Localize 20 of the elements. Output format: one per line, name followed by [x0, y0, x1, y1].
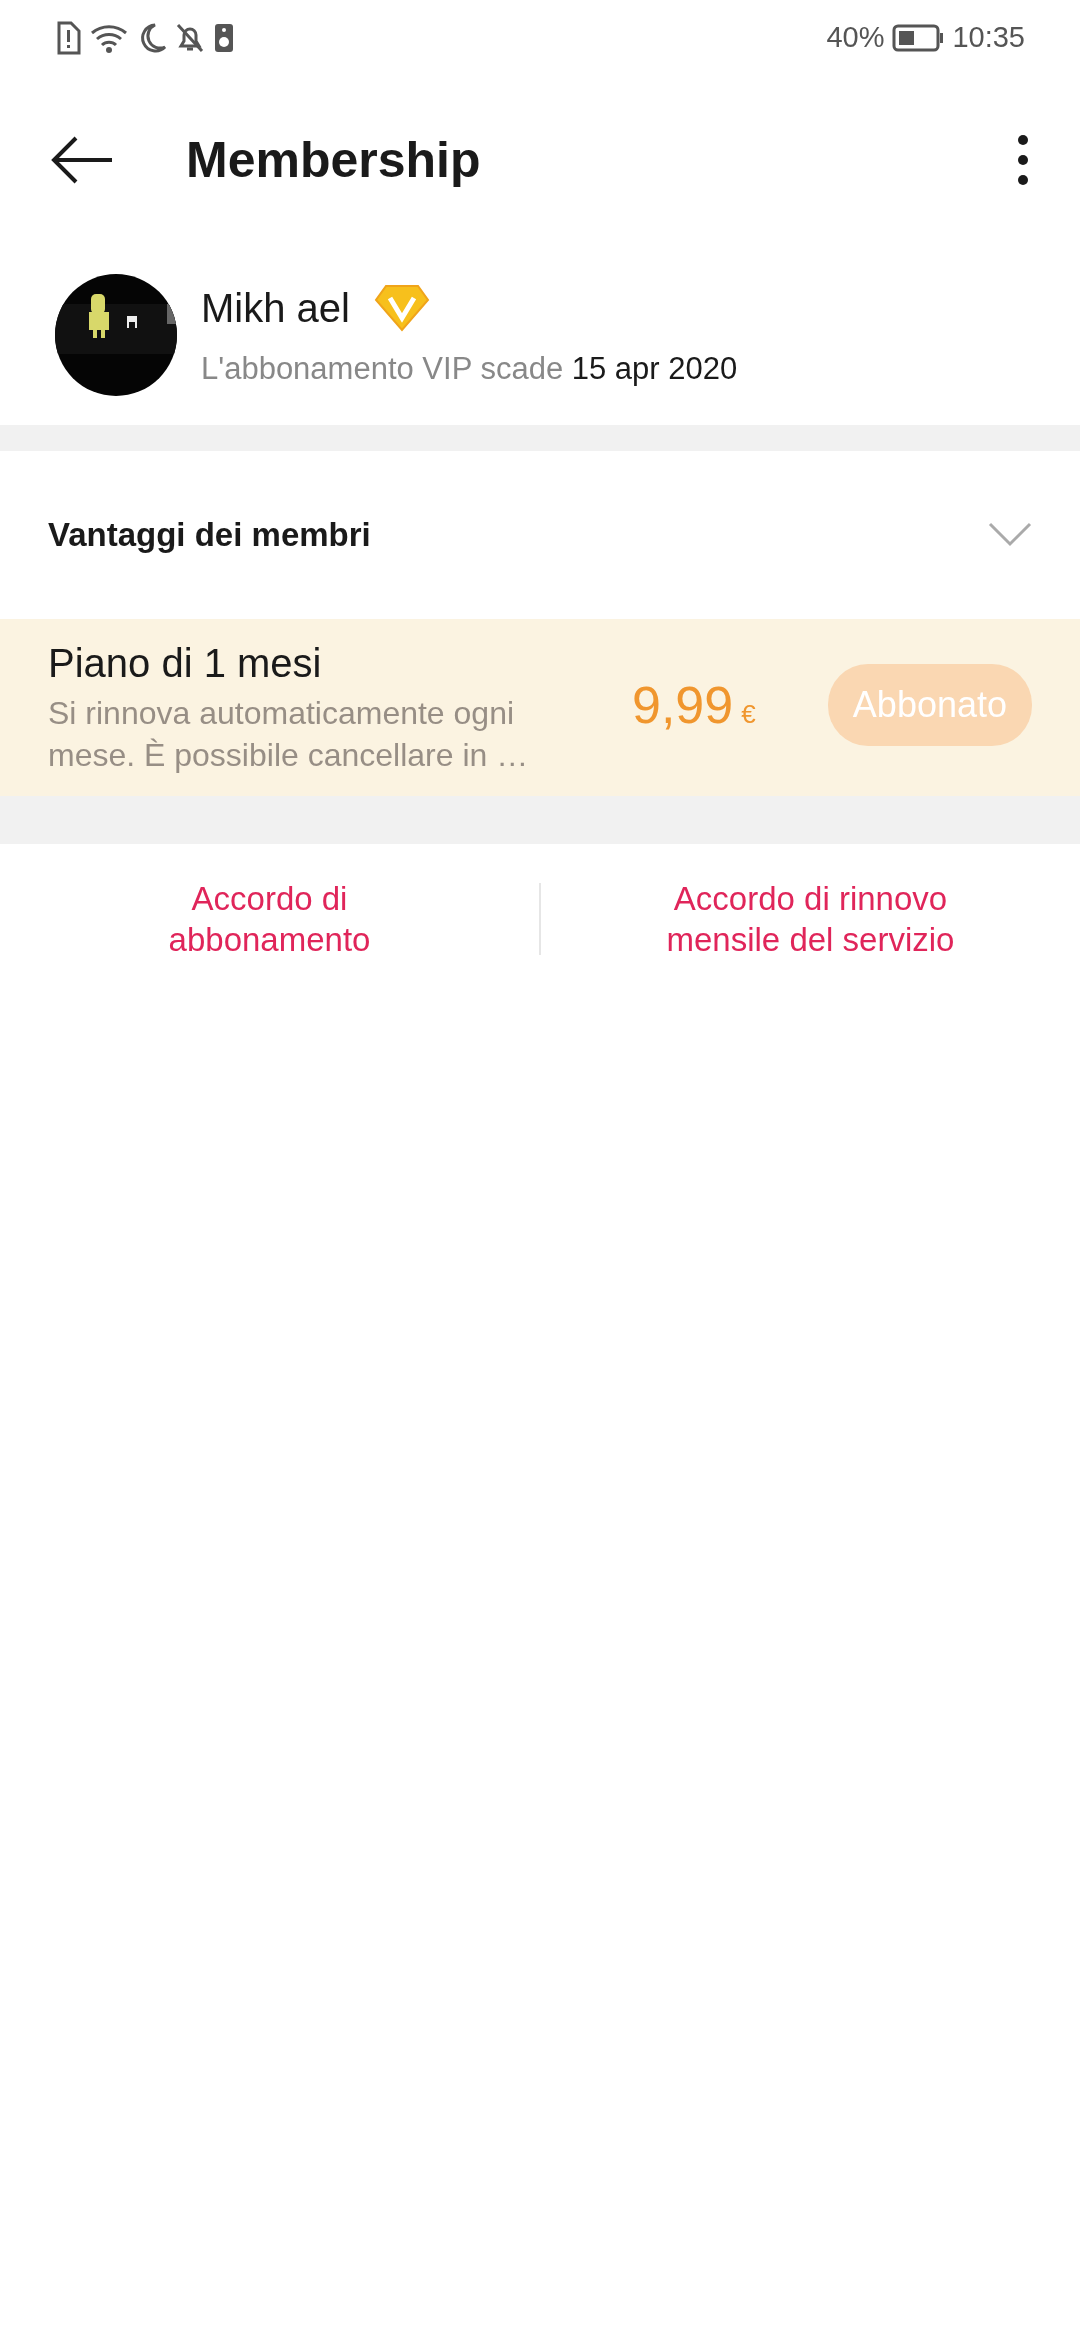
- benefits-title: Vantaggi dei membri: [48, 515, 371, 556]
- benefits-row[interactable]: Vantaggi dei membri: [0, 451, 1080, 619]
- clock-time: 10:35: [952, 19, 1025, 55]
- agreement-link[interactable]: Accordo di rinnovo mensile del servizio: [640, 877, 981, 961]
- bell-off-icon: [175, 21, 205, 54]
- agreement-link[interactable]: Accordo di abbonamento: [99, 877, 440, 961]
- currency-symbol: €: [741, 697, 756, 731]
- sim-alert-icon: [55, 20, 81, 55]
- vip-expiry-text: L'abbonamento VIP scade 15 apr 2020: [201, 349, 738, 388]
- user-name: Mikh ael: [201, 284, 350, 332]
- plan-title: Piano di 1 mesi: [48, 640, 323, 687]
- battery-icon: [892, 23, 945, 52]
- more-menu-icon[interactable]: [1016, 133, 1030, 187]
- back-arrow-icon[interactable]: [50, 135, 114, 185]
- plan-price: 9,99: [632, 674, 734, 736]
- plan-description: Si rinnova automaticamente ogni mese. È possibile cancellare in …: [48, 694, 530, 775]
- vip-diamond-icon: [373, 283, 430, 332]
- speaker-icon: [213, 21, 235, 54]
- page-title: Membership: [186, 130, 482, 190]
- battery-percent: 40%: [826, 19, 885, 55]
